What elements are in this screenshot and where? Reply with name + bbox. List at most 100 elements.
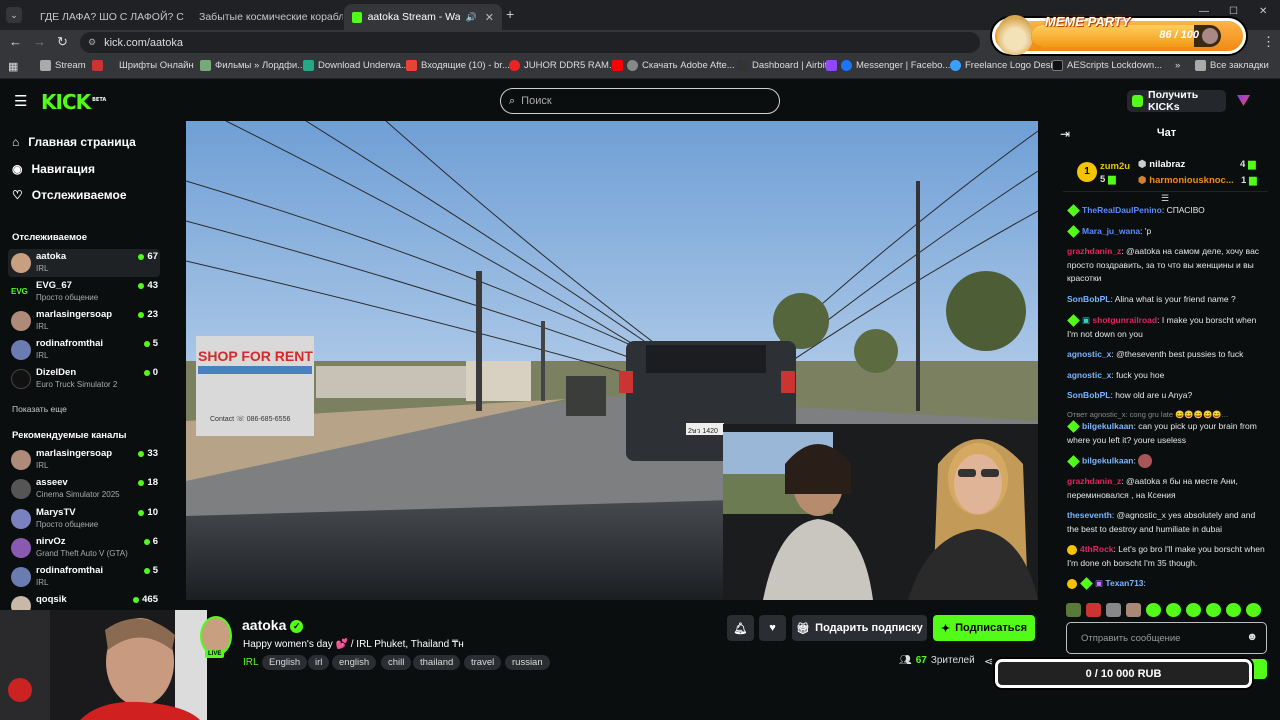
license-plate: 2ษว 1420 (688, 428, 718, 435)
tag-russian[interactable]: russian (505, 655, 550, 670)
bookmark-shrifty[interactable]: Шрифты Онлайн (92, 60, 194, 71)
tag-thailand[interactable]: thailand (413, 655, 461, 670)
search-input[interactable]: ⌕ Поиск (500, 88, 780, 114)
sidebar-channel-marystv[interactable]: MarysTV Просто общение 10 (8, 505, 160, 533)
leader-nilabraz[interactable]: ⬢ nilabraz (1138, 159, 1185, 170)
emote-icon[interactable] (1126, 603, 1141, 617)
bookmark-filmy[interactable]: Фильмы » Лордфи... (200, 60, 305, 71)
emote-icon[interactable] (1246, 603, 1261, 617)
share-icon[interactable]: ⋖ (984, 655, 993, 668)
sidebar-channel-evg67[interactable]: EVG EVG_67 Просто общение 43 (8, 278, 160, 306)
aescripts-favicon-icon (1052, 60, 1063, 71)
show-more-link[interactable]: Показать еще (12, 404, 67, 414)
pinned-chevron-icon[interactable]: ☰ (1161, 193, 1169, 204)
bookmark-airbit[interactable]: Dashboard | Airbit (737, 60, 827, 71)
back-icon[interactable]: ← (9, 34, 22, 49)
reload-icon[interactable]: ↻ (57, 34, 68, 50)
hamburger-menu-icon[interactable]: ☰ (14, 92, 27, 110)
live-dot-icon (138, 479, 145, 486)
subscribe-button[interactable]: ✦ Подписаться (933, 615, 1035, 641)
chat-message: ▣ Texan713: (1067, 577, 1267, 591)
tag-chill[interactable]: chill (381, 655, 412, 670)
leader-harmonious[interactable]: ⬢ harmoniousknoc... (1138, 175, 1234, 186)
maximize-icon[interactable]: ☐ (1229, 6, 1238, 17)
emote-icon[interactable] (1086, 603, 1101, 617)
tab-kick[interactable]: aatoka Stream - Watch Live 🔊 ✕ (344, 4, 502, 30)
meme-party-label: MEME PARTY (1045, 14, 1131, 29)
gift-subscription-button[interactable]: 🎁︎ Подарить подписку (792, 615, 927, 641)
emote-icon[interactable] (1146, 603, 1161, 617)
follow-button[interactable]: ♥ (759, 615, 786, 641)
apps-icon[interactable]: ▦ (8, 60, 18, 73)
bookmark-juhor[interactable]: JUHOR DDR5 RAM... (509, 60, 617, 71)
emote-icon[interactable] (1066, 603, 1081, 617)
home-icon: ⌂ (12, 135, 20, 149)
sidebar-channel-asseev[interactable]: asseev Cinema Simulator 2025 18 (8, 475, 160, 503)
speaker-icon[interactable]: 🔊 (466, 12, 477, 23)
bookmark-freelance[interactable]: Freelance Logo Desi... (950, 60, 1061, 71)
forward-icon[interactable]: → (33, 34, 46, 49)
sidebar-channel-rodinafromthai[interactable]: rodinafromthai IRL 5 (8, 336, 160, 364)
chat-message: SonBobPL: how old are u Anya? (1067, 390, 1193, 400)
subscriber-icon: ▣ (1095, 578, 1106, 588)
sidebar-item-browse[interactable]: ◉ Навигация (12, 162, 95, 176)
url-field[interactable]: ⚙ kick.com/aatoka (80, 32, 980, 53)
tag-travel[interactable]: travel (464, 655, 502, 670)
category-link[interactable]: IRL (243, 657, 259, 668)
tag-english-lower[interactable]: english (332, 655, 377, 670)
emote-icon[interactable] (1106, 603, 1121, 617)
minimize-icon[interactable]: — (1199, 6, 1209, 17)
live-dot-icon (138, 311, 145, 318)
shop-sign-text: SHOP FOR RENT (198, 348, 313, 364)
viewer-count: 👥︎ 67 Зрителей (899, 655, 975, 666)
sidebar-channel-aatoka[interactable]: aatoka IRL 67 (8, 249, 160, 277)
sidebar-channel-dizelden[interactable]: DizelDen Euro Truck Simulator 2 0 (8, 365, 160, 393)
sidebar-channel-marlasingersoap-rec[interactable]: marlasingersoap IRL 33 (8, 446, 160, 474)
badge-icon (1067, 420, 1080, 434)
emote-icon[interactable] (1166, 603, 1181, 617)
close-window-icon[interactable]: ✕ (1259, 6, 1267, 17)
bookmark-download[interactable]: Download Underwa... (303, 60, 409, 71)
sidebar-channel-nirvoz[interactable]: nirvOz Grand Theft Auto V (GTA) 6 (8, 534, 160, 562)
kicks-icon (1132, 95, 1144, 107)
tag-english[interactable]: English (262, 655, 308, 670)
tab-youtube-1[interactable]: ГДЕ ЛАФА? ШО С ЛАФОЙ? СУ ✕ (26, 4, 184, 30)
sidebar-channel-rodinafromthai-rec[interactable]: rodinafromthai IRL 5 (8, 563, 160, 591)
tag-irl[interactable]: irl (308, 655, 330, 670)
notifications-button[interactable]: 🔔︎ (727, 615, 754, 641)
bookmark-messenger[interactable]: Messenger | Facebo... (826, 60, 950, 71)
tab-youtube-2[interactable]: Забытые космические корабл ✕ (185, 4, 343, 30)
emote-icon[interactable] (1186, 603, 1201, 617)
bookmark-aescripts[interactable]: AEScripts Lockdown... (1052, 60, 1162, 71)
compass-icon: ◉ (12, 162, 23, 176)
subscriber-icon: ▣ (1082, 315, 1093, 325)
sidebar-channel-marlasingersoap[interactable]: marlasingersoap IRL 23 (8, 307, 160, 335)
sidebar-item-home[interactable]: ⌂ Главная страница (12, 135, 136, 149)
new-tab-icon[interactable]: + (506, 6, 514, 22)
close-icon[interactable]: ✕ (485, 11, 494, 24)
sidebar-item-following[interactable]: ♡ Отслеживаемое (12, 188, 127, 202)
tab-search-icon[interactable]: ⌄ (6, 7, 22, 23)
leader-zum2u[interactable]: zum2u (1100, 161, 1130, 172)
chat-message: SonBobPL: Alina what is your friend name… (1067, 294, 1236, 304)
streamer-name[interactable]: aatoka ✓ (242, 617, 304, 633)
bookmarks-overflow-icon[interactable]: » (1175, 60, 1180, 71)
bookmark-stream[interactable]: Stream (40, 60, 86, 71)
kick-logo[interactable]: KICK BETA (41, 90, 106, 114)
get-kicks-button[interactable]: Получить KICKs (1127, 89, 1226, 113)
emote-icon[interactable] (1206, 603, 1221, 617)
emote-icon[interactable] (1226, 603, 1241, 617)
bookmark-gmail[interactable]: Входящие (10) - br... (406, 60, 510, 71)
site-info-icon[interactable]: ⚙ (88, 37, 96, 48)
verified-icon: ✓ (290, 619, 304, 633)
menu-dots-icon[interactable]: ⋮ (1262, 34, 1275, 50)
juhor-favicon-icon (509, 60, 520, 71)
chat-title: Чат (1156, 127, 1177, 139)
live-dot-icon (143, 538, 150, 545)
live-dot-icon (133, 596, 140, 603)
avatar (11, 450, 31, 470)
emoji-icon[interactable]: ☻ (1246, 631, 1258, 643)
chat-input[interactable]: Отправить сообщение ☻ (1066, 622, 1267, 654)
bookmark-youtube-adobe[interactable]: Скачать Adobe Afte... (612, 60, 735, 71)
all-bookmarks[interactable]: Все закладки (1195, 60, 1269, 71)
